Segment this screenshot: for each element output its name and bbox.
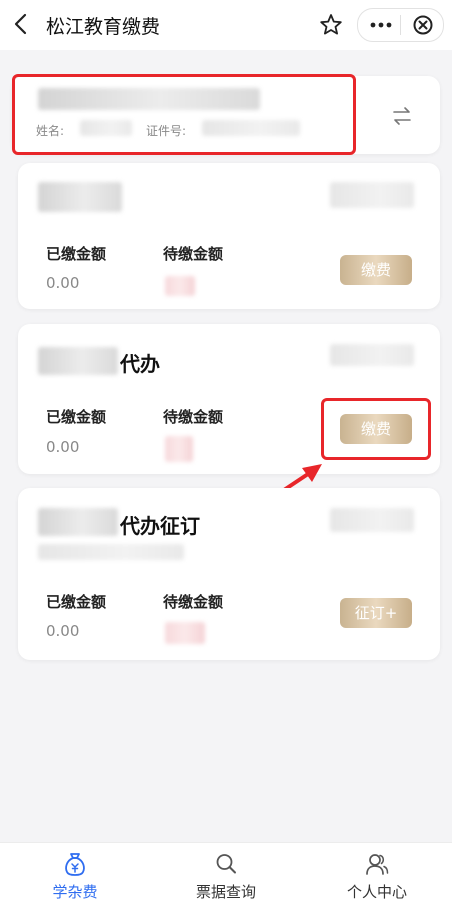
tab-personal-center[interactable]: 个人中心 <box>302 843 452 910</box>
tab-label: 个人中心 <box>346 883 407 901</box>
bottom-tab-bar: 学杂费 票据查询 个人中心 <box>0 842 452 910</box>
tab-receipt-query[interactable]: 票据查询 <box>151 843 301 910</box>
pending-amount-label: 待缴金额 <box>163 408 224 426</box>
card-heading-suffix: 代办征订 <box>120 514 200 538</box>
card-heading-suffix: 代办 <box>120 352 160 376</box>
card-heading-redacted <box>38 182 122 212</box>
page-title: 松江教育缴费 <box>46 16 161 38</box>
card-heading-redacted <box>38 347 118 375</box>
capsule-divider <box>400 15 401 35</box>
close-icon[interactable] <box>406 11 436 39</box>
pending-amount-redacted <box>165 622 205 644</box>
card-heading-redacted <box>38 508 118 536</box>
account-highlight-box <box>12 74 356 155</box>
more-icon[interactable] <box>364 11 398 39</box>
tab-tuition-fees[interactable]: 学杂费 <box>0 843 150 910</box>
tab-label: 学杂费 <box>52 883 98 901</box>
paid-amount-value: 0.00 <box>46 622 80 640</box>
back-arrow-icon[interactable] <box>10 10 34 38</box>
top-bar: 松江教育缴费 <box>0 0 452 50</box>
switch-account-icon[interactable] <box>390 105 414 127</box>
tab-label: 票据查询 <box>195 883 256 901</box>
pending-amount-label: 待缴金额 <box>163 593 224 611</box>
pending-amount-label: 待缴金额 <box>163 245 224 263</box>
paid-amount-value: 0.00 <box>46 438 80 456</box>
card-subtitle-redacted <box>38 544 184 560</box>
menu-capsule <box>357 8 444 42</box>
paid-amount-label: 已缴金额 <box>46 593 107 611</box>
fee-bag-icon <box>65 853 85 876</box>
pending-amount-redacted <box>165 276 195 296</box>
paid-amount-label: 已缴金额 <box>46 408 107 426</box>
search-icon <box>216 854 236 874</box>
paid-amount-label: 已缴金额 <box>46 245 107 263</box>
user-icon <box>366 854 389 875</box>
paid-amount-value: 0.00 <box>46 274 80 292</box>
pending-amount-redacted <box>165 436 193 462</box>
pay-button[interactable]: 缴费 <box>340 255 412 285</box>
pay-button-highlight-box <box>321 398 431 460</box>
card-status-redacted <box>330 344 414 366</box>
star-icon[interactable] <box>316 10 346 40</box>
card-status-redacted <box>330 508 414 532</box>
subscribe-button[interactable]: 征订+ <box>340 598 412 628</box>
card-status-redacted <box>330 182 414 208</box>
